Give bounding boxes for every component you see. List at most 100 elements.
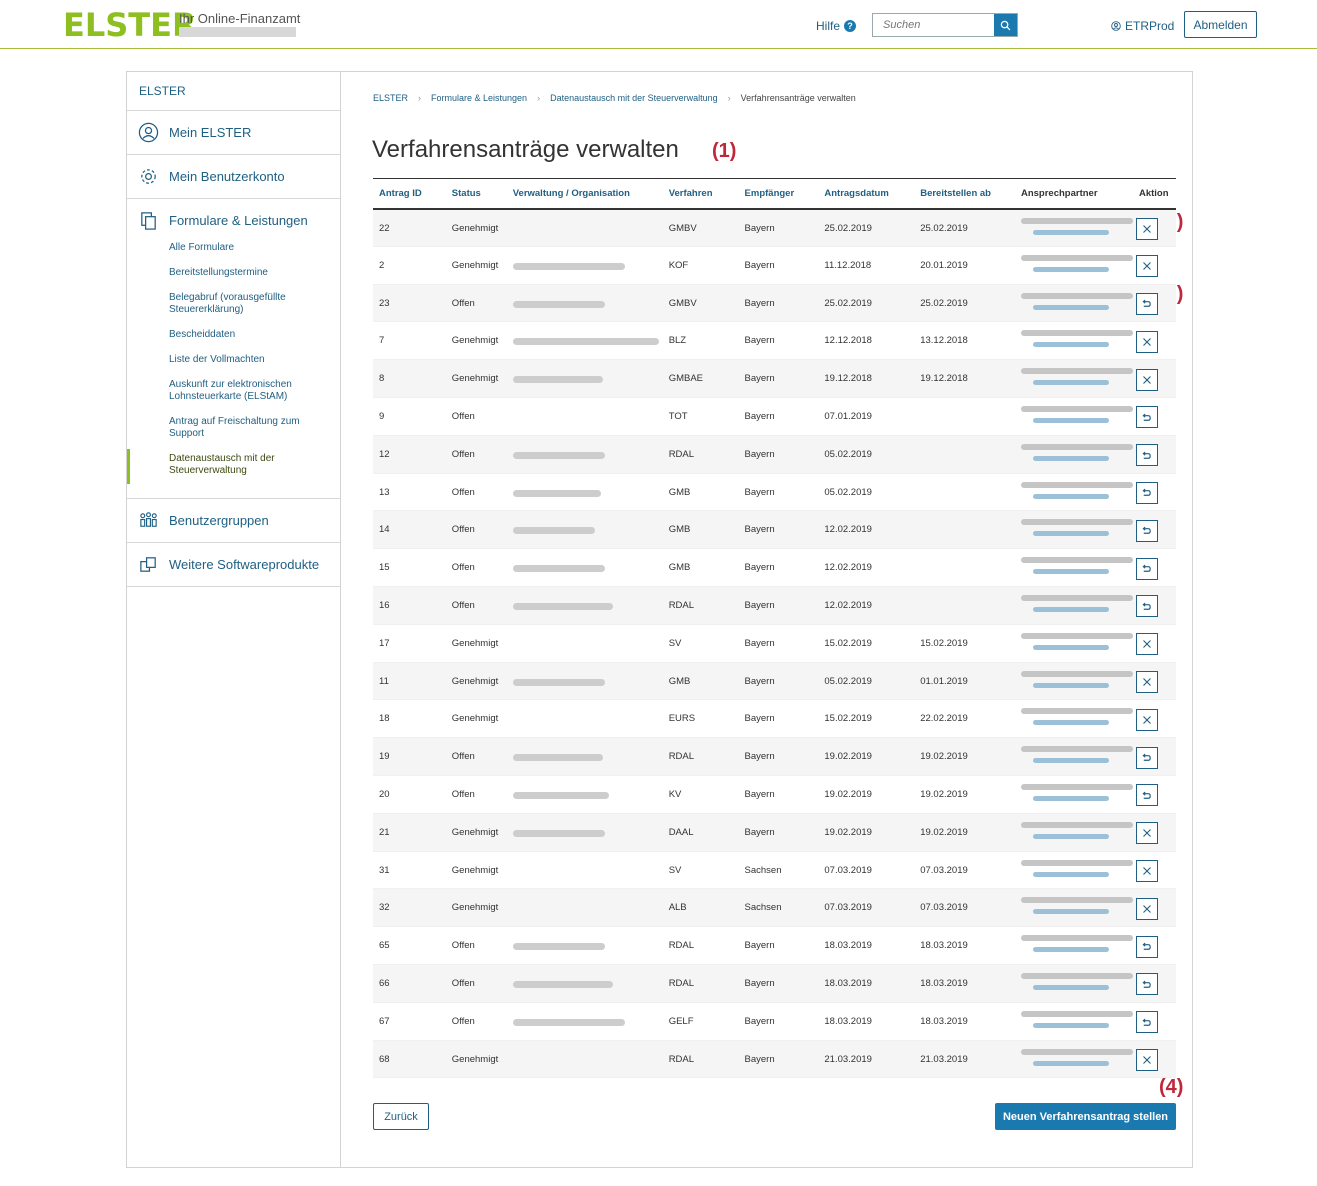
breadcrumb-item[interactable]: Formulare & Leistungen (431, 93, 527, 103)
cell-verfahren: GMBV (662, 284, 739, 323)
withdraw-button[interactable] (1135, 633, 1158, 656)
col-header-bereitstellen[interactable]: Bereitstellen ab (914, 178, 1015, 210)
withdraw-button[interactable] (1135, 330, 1158, 353)
withdraw-button[interactable] (1135, 1048, 1158, 1071)
table-row: 65 Offen RDAL Bayern 18.03.2019 18.03.2019 (373, 926, 1176, 965)
cell-id: 13 (373, 473, 446, 512)
help-link[interactable]: Hilfe ? (816, 19, 857, 33)
sidebar-item-benutzergruppen[interactable]: Benutzergruppen (127, 499, 340, 543)
cell-id: 17 (373, 624, 446, 663)
sidebar-item-software[interactable]: Weitere Softwareprodukte (127, 543, 340, 587)
search-input[interactable] (873, 14, 994, 36)
user-link[interactable]: ETRProd (1111, 19, 1174, 33)
cell-verfahren: KV (662, 775, 739, 814)
reset-button[interactable] (1135, 292, 1158, 315)
redacted-text (1032, 947, 1109, 953)
cell-ansprechpartner (1014, 548, 1133, 587)
withdraw-button[interactable] (1135, 859, 1158, 882)
search-box (872, 13, 1018, 37)
reset-button[interactable] (1135, 444, 1158, 467)
sidebar-subitem[interactable]: Belegabruf (vorausgefüllte Steuererkläru… (127, 292, 340, 316)
sidebar-subitem[interactable]: Alle Formulare (127, 242, 340, 254)
redacted-text (1020, 935, 1133, 942)
table-row: 17 Genehmigt SV Bayern 15.02.2019 15.02.2019 (373, 624, 1176, 663)
sidebar-item-benutzerkonto[interactable]: Mein Benutzerkonto (127, 155, 340, 199)
breadcrumb-item[interactable]: ELSTER (373, 93, 408, 103)
cell-empfaenger: Bayern (738, 208, 819, 247)
redacted-text (1032, 531, 1109, 537)
cell-ansprechpartner (1014, 813, 1133, 852)
reset-button[interactable] (1135, 784, 1158, 807)
cell-datum: 12.12.2018 (818, 321, 915, 361)
table-row: 32 Genehmigt ALB Sachsen 07.03.2019 07.03.201… (373, 888, 1176, 928)
reset-button[interactable] (1135, 406, 1158, 429)
sidebar-subitem-active[interactable]: Datenaustausch mit der Steuerverwaltung (127, 449, 340, 484)
cell-status: Offen (445, 473, 507, 512)
cell-status: Genehmigt (445, 888, 507, 928)
redacted-text (1020, 783, 1133, 790)
reset-button[interactable] (1135, 557, 1158, 580)
withdraw-button[interactable] (1135, 255, 1158, 278)
cell-org (506, 662, 663, 701)
cell-datum: 18.03.2019 (818, 1002, 915, 1041)
redacted-text (1020, 897, 1133, 904)
cell-aktion (1132, 851, 1176, 890)
reset-button[interactable] (1135, 595, 1158, 618)
elster-logo[interactable]: ELSTER (63, 6, 197, 44)
new-application-button[interactable]: Neuen Verfahrensantrag stellen (995, 1103, 1176, 1130)
reset-button[interactable] (1135, 746, 1158, 769)
reset-button[interactable] (1135, 1011, 1158, 1034)
sidebar-subitem[interactable]: Liste der Vollmachten (127, 354, 340, 366)
cell-id: 19 (373, 737, 446, 776)
cell-verfahren: RDAL (662, 964, 739, 1003)
col-header-id[interactable]: Antrag ID (373, 178, 446, 210)
col-header-datum[interactable]: Antragsdatum (818, 178, 915, 210)
cell-status: Offen (445, 737, 507, 776)
redacted-text (1032, 229, 1109, 235)
redacted-text (1032, 455, 1109, 461)
sidebar-item-elster[interactable]: ELSTER (127, 72, 340, 111)
cell-aktion (1132, 473, 1176, 512)
search-button[interactable] (994, 14, 1017, 36)
reset-button[interactable] (1135, 481, 1158, 504)
withdraw-button[interactable] (1135, 708, 1158, 731)
col-header-aktion: Aktion (1132, 178, 1176, 210)
withdraw-button[interactable] (1135, 368, 1158, 391)
redacted-text (512, 300, 605, 308)
back-button[interactable]: Zurück (373, 1103, 429, 1130)
cell-ansprechpartner (1014, 737, 1133, 776)
col-header-empfaenger[interactable]: Empfänger (738, 178, 819, 210)
col-header-verfahren[interactable]: Verfahren (662, 178, 739, 210)
logout-button[interactable]: Abmelden (1184, 11, 1257, 38)
reset-button[interactable] (1135, 973, 1158, 996)
redacted-text (512, 678, 605, 686)
withdraw-button[interactable] (1135, 670, 1158, 693)
cell-empfaenger: Bayern (738, 1040, 819, 1079)
withdraw-button[interactable] (1135, 217, 1158, 240)
sidebar-subitem[interactable]: Bereitstellungstermine (127, 267, 340, 279)
sidebar-item-mein-elster[interactable]: Mein ELSTER (127, 111, 340, 155)
col-header-status[interactable]: Status (445, 178, 507, 210)
col-header-org[interactable]: Verwaltung / Organisation (506, 178, 663, 210)
software-icon (140, 557, 156, 572)
cell-ansprechpartner (1014, 284, 1133, 323)
reset-button[interactable] (1135, 519, 1158, 542)
table-row: 12 Offen RDAL Bayern 05.02.2019 (373, 435, 1176, 474)
sidebar-item-formulare[interactable]: Formulare & Leistungen (127, 199, 340, 242)
cell-aktion (1132, 284, 1176, 323)
breadcrumb-item[interactable]: Datenaustausch mit der Steuerverwaltung (550, 93, 718, 103)
redacted-text (1020, 405, 1133, 412)
cell-status: Genehmigt (445, 699, 507, 739)
cell-empfaenger: Bayern (738, 624, 819, 663)
reset-button[interactable] (1135, 935, 1158, 958)
cell-verfahren: GMB (662, 510, 739, 550)
cell-ansprechpartner (1014, 1040, 1133, 1079)
sidebar-subitem[interactable]: Antrag auf Freischaltung zum Support (127, 416, 340, 440)
redacted-text (1020, 443, 1133, 450)
sidebar-subitem[interactable]: Auskunft zur elektronischen Lohnsteuerka… (127, 379, 340, 403)
sidebar-subitem[interactable]: Bescheiddaten (127, 329, 340, 341)
cell-status: Offen (445, 964, 507, 1003)
cell-datum: 25.02.2019 (818, 284, 915, 323)
withdraw-button[interactable] (1135, 822, 1158, 845)
withdraw-button[interactable] (1135, 897, 1158, 920)
